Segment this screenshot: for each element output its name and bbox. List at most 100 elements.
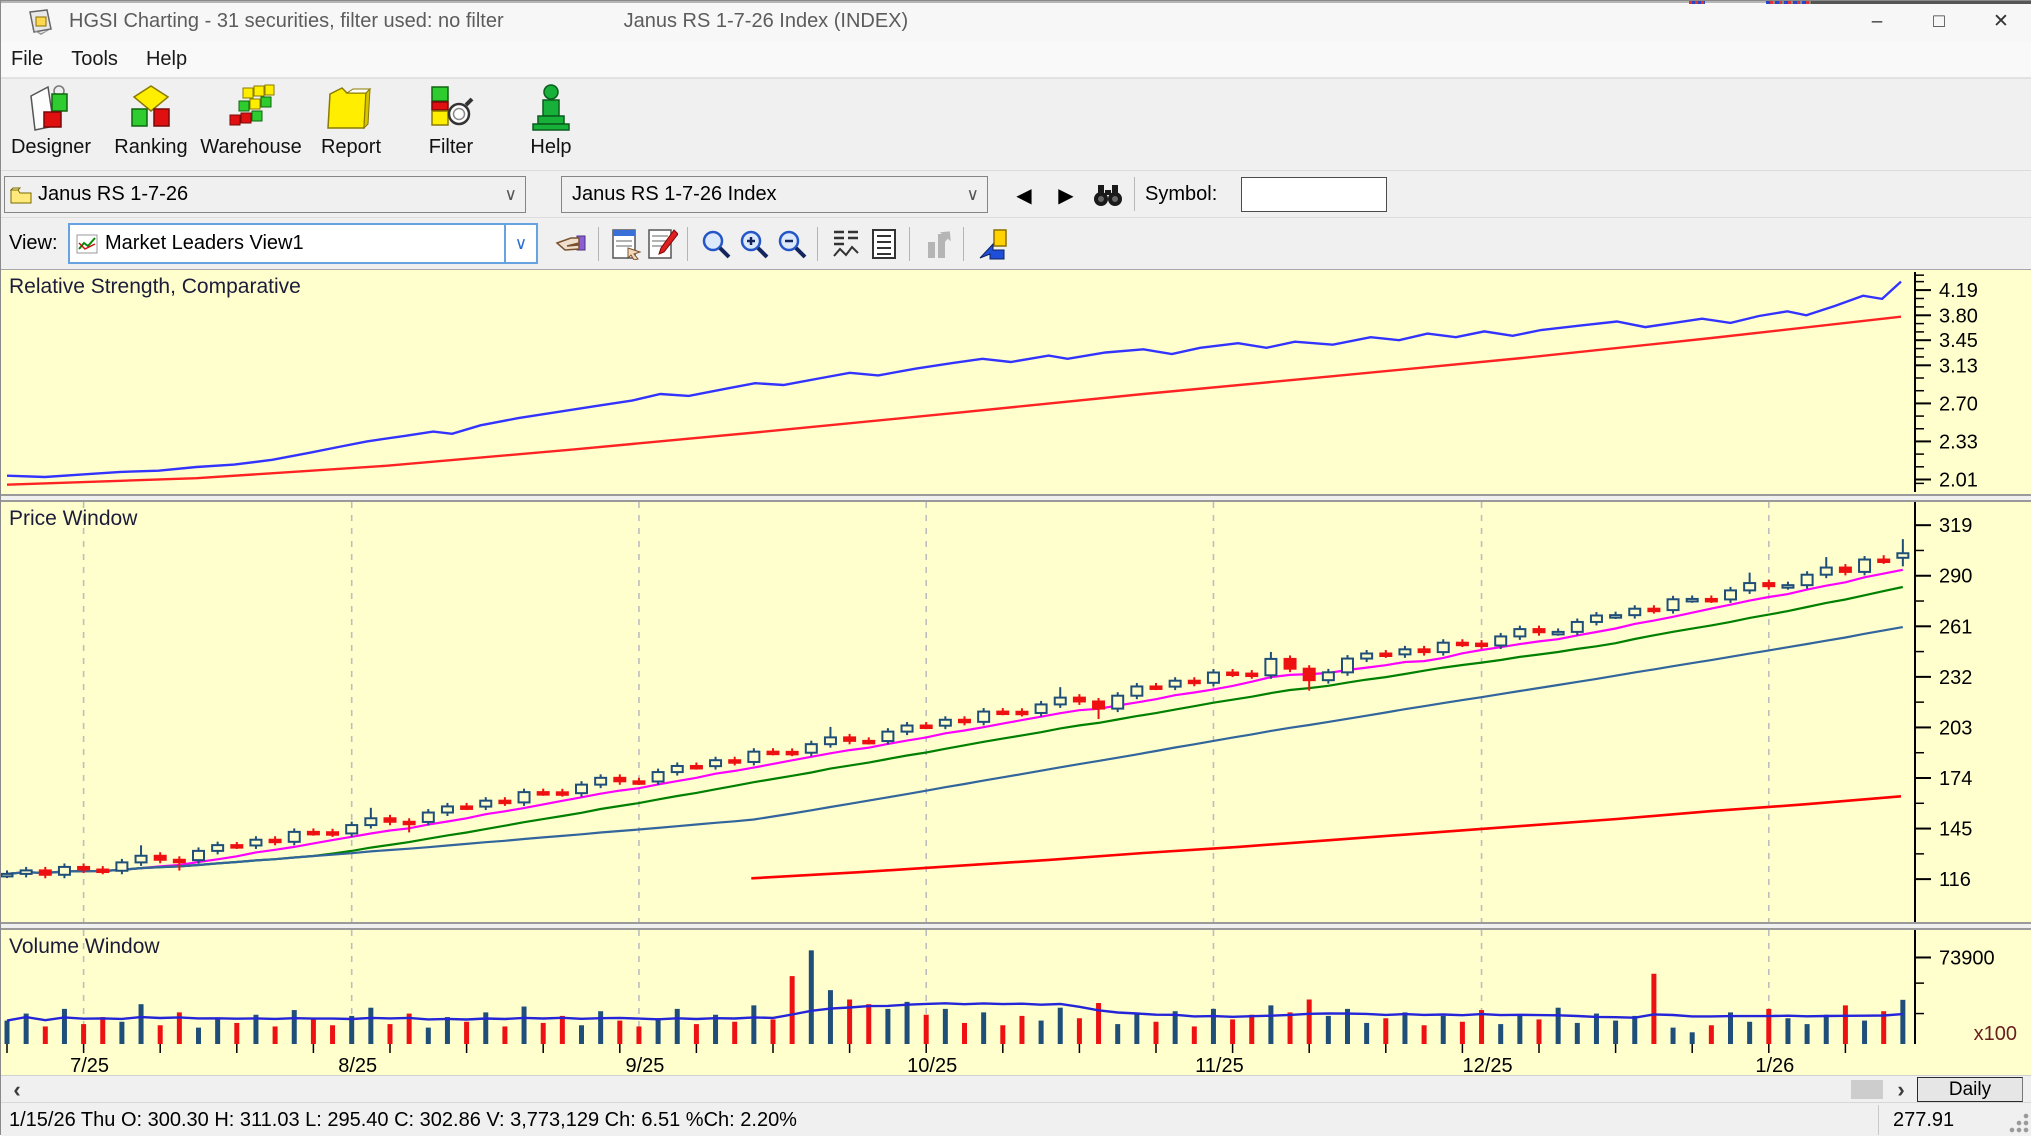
scroll-right-arrow[interactable]: › xyxy=(1887,1076,1915,1103)
maximize-button[interactable]: □ xyxy=(1908,1,1970,42)
folder-icon xyxy=(10,187,32,203)
divider xyxy=(598,227,599,261)
price-chart[interactable]: 319 290 261 232 203 174 145 116 xyxy=(1,502,2031,922)
svg-text:1/26: 1/26 xyxy=(1755,1055,1794,1076)
rs-panel-title: Relative Strength, Comparative xyxy=(9,275,301,298)
chart-tools-button[interactable] xyxy=(973,226,1011,262)
view-properties-button[interactable] xyxy=(607,226,645,262)
screen-edge-artifact xyxy=(1689,1,1705,4)
menu-help[interactable]: Help xyxy=(132,42,201,78)
hgsi-charting-window: HGSI Charting - 31 securities, filter us… xyxy=(0,0,2031,1136)
svg-text:3.45: 3.45 xyxy=(1939,330,1978,352)
magnifier-plus-icon xyxy=(740,230,769,259)
group-combo-value: Janus RS 1-7-26 xyxy=(38,183,189,205)
minimize-button[interactable]: – xyxy=(1846,1,1908,42)
chevron-down-icon: ∨ xyxy=(504,184,517,204)
toolbar-button-label: Ranking xyxy=(114,136,188,158)
svg-text:9/25: 9/25 xyxy=(625,1055,664,1076)
panel-splitter[interactable] xyxy=(1,922,2031,930)
menu-tools[interactable]: Tools xyxy=(57,42,132,78)
scrollbar-thumb[interactable] xyxy=(1851,1080,1883,1099)
screen-edge-artifact xyxy=(1766,1,1812,4)
svg-text:145: 145 xyxy=(1939,819,1972,841)
help-button[interactable]: Help xyxy=(501,81,601,169)
svg-text:x100: x100 xyxy=(1974,1023,2017,1044)
panel-splitter[interactable] xyxy=(1,494,2031,502)
svg-text:290: 290 xyxy=(1939,566,1972,588)
toolbar-button-label: Designer xyxy=(10,136,92,158)
view-combo-value: Market Leaders View1 xyxy=(105,232,304,254)
divider xyxy=(963,227,964,261)
title-bar[interactable]: HGSI Charting - 31 securities, filter us… xyxy=(1,1,2031,42)
svg-text:3.13: 3.13 xyxy=(1939,355,1978,377)
report-button[interactable]: Report xyxy=(301,81,401,169)
svg-text:116: 116 xyxy=(1939,869,1971,891)
zoom-button[interactable] xyxy=(697,226,735,262)
chart-view-icon xyxy=(76,234,98,253)
status-bar: 1/15/26 Thu O: 300.30 H: 311.03 L: 295.4… xyxy=(1,1102,2031,1136)
binoculars-icon xyxy=(1094,185,1122,206)
view-combo[interactable]: Market Leaders View1 ∨ xyxy=(68,223,538,264)
filter-button[interactable]: Filter xyxy=(401,81,501,169)
warehouse-button[interactable]: Warehouse xyxy=(200,81,302,169)
chart-disabled-button[interactable] xyxy=(919,226,957,262)
chevron-down-icon: ∨ xyxy=(504,225,536,262)
divider xyxy=(817,227,818,261)
designer-button[interactable]: Designer xyxy=(1,81,101,169)
app-icon xyxy=(29,8,52,35)
report-icon xyxy=(327,87,372,130)
warehouse-icon xyxy=(229,84,275,126)
volume-panel-title: Volume Window xyxy=(9,935,160,958)
svg-text:203: 203 xyxy=(1939,717,1972,739)
toolbar-button-label: Warehouse xyxy=(200,136,302,158)
menu-file[interactable]: File xyxy=(1,42,57,78)
menu-bar: File Tools Help xyxy=(1,42,2031,78)
divider xyxy=(687,227,688,261)
ranking-button[interactable]: Ranking xyxy=(101,81,201,169)
group-combo[interactable]: Janus RS 1-7-26 ∨ xyxy=(4,176,526,213)
screen-edge-artifact xyxy=(1,1,2031,3)
close-button[interactable]: ✕ xyxy=(1970,1,2031,42)
help-icon xyxy=(532,84,570,131)
report-list-button[interactable] xyxy=(865,226,903,262)
filter-icon xyxy=(431,86,474,126)
svg-text:261: 261 xyxy=(1939,616,1972,638)
designer-icon xyxy=(30,85,68,131)
divider xyxy=(1878,1105,1879,1135)
timeframe-daily-button[interactable]: Daily xyxy=(1917,1077,2023,1102)
symbol-input[interactable] xyxy=(1241,177,1387,212)
hand-pointer-icon xyxy=(555,235,586,251)
apply-view-button[interactable] xyxy=(552,226,590,262)
relative-strength-chart[interactable]: 4.19 3.80 3.45 3.13 2.70 2.33 2.01 xyxy=(1,270,2031,494)
edit-view-button[interactable] xyxy=(643,226,681,262)
find-symbol-button[interactable] xyxy=(1091,179,1125,211)
selector-row: Janus RS 1-7-26 ∨ Janus RS 1-7-26 Index … xyxy=(1,170,2031,217)
magnifier-minus-icon xyxy=(778,230,807,259)
resize-grip-icon[interactable] xyxy=(2007,1111,2029,1133)
ranking-icon xyxy=(131,85,170,127)
svg-text:2.33: 2.33 xyxy=(1939,431,1978,453)
security-combo-value: Janus RS 1-7-26 Index xyxy=(572,183,777,205)
screen-edge-artifact xyxy=(1812,1,2031,4)
volume-chart[interactable]: 73900 x100 xyxy=(1,930,2031,1044)
quotes-button[interactable] xyxy=(827,226,865,262)
next-security-button[interactable]: ▶ xyxy=(1049,179,1083,211)
svg-text:7/25: 7/25 xyxy=(70,1055,109,1076)
price-panel-title: Price Window xyxy=(9,507,138,530)
divider xyxy=(1134,177,1135,211)
toolbar-button-label: Filter xyxy=(428,136,474,158)
prev-security-button[interactable]: ◀ xyxy=(1007,179,1041,211)
zoom-in-button[interactable] xyxy=(735,226,773,262)
zoom-out-button[interactable] xyxy=(773,226,811,262)
toolbar-button-label: Report xyxy=(320,136,382,158)
scroll-left-arrow[interactable]: ‹ xyxy=(3,1076,31,1103)
window-title: HGSI Charting - 31 securities, filter us… xyxy=(69,10,504,32)
svg-text:10/25: 10/25 xyxy=(907,1055,957,1076)
ohlc-status-text: 1/15/26 Thu O: 300.30 H: 311.03 L: 295.4… xyxy=(9,1109,797,1131)
chevron-down-icon: ∨ xyxy=(966,184,979,204)
magnifier-icon xyxy=(702,230,731,259)
chart-scrollbar[interactable]: ‹ › Daily xyxy=(1,1075,2031,1102)
svg-text:319: 319 xyxy=(1939,515,1972,537)
svg-text:174: 174 xyxy=(1939,768,1972,790)
security-combo[interactable]: Janus RS 1-7-26 Index ∨ xyxy=(561,176,988,213)
